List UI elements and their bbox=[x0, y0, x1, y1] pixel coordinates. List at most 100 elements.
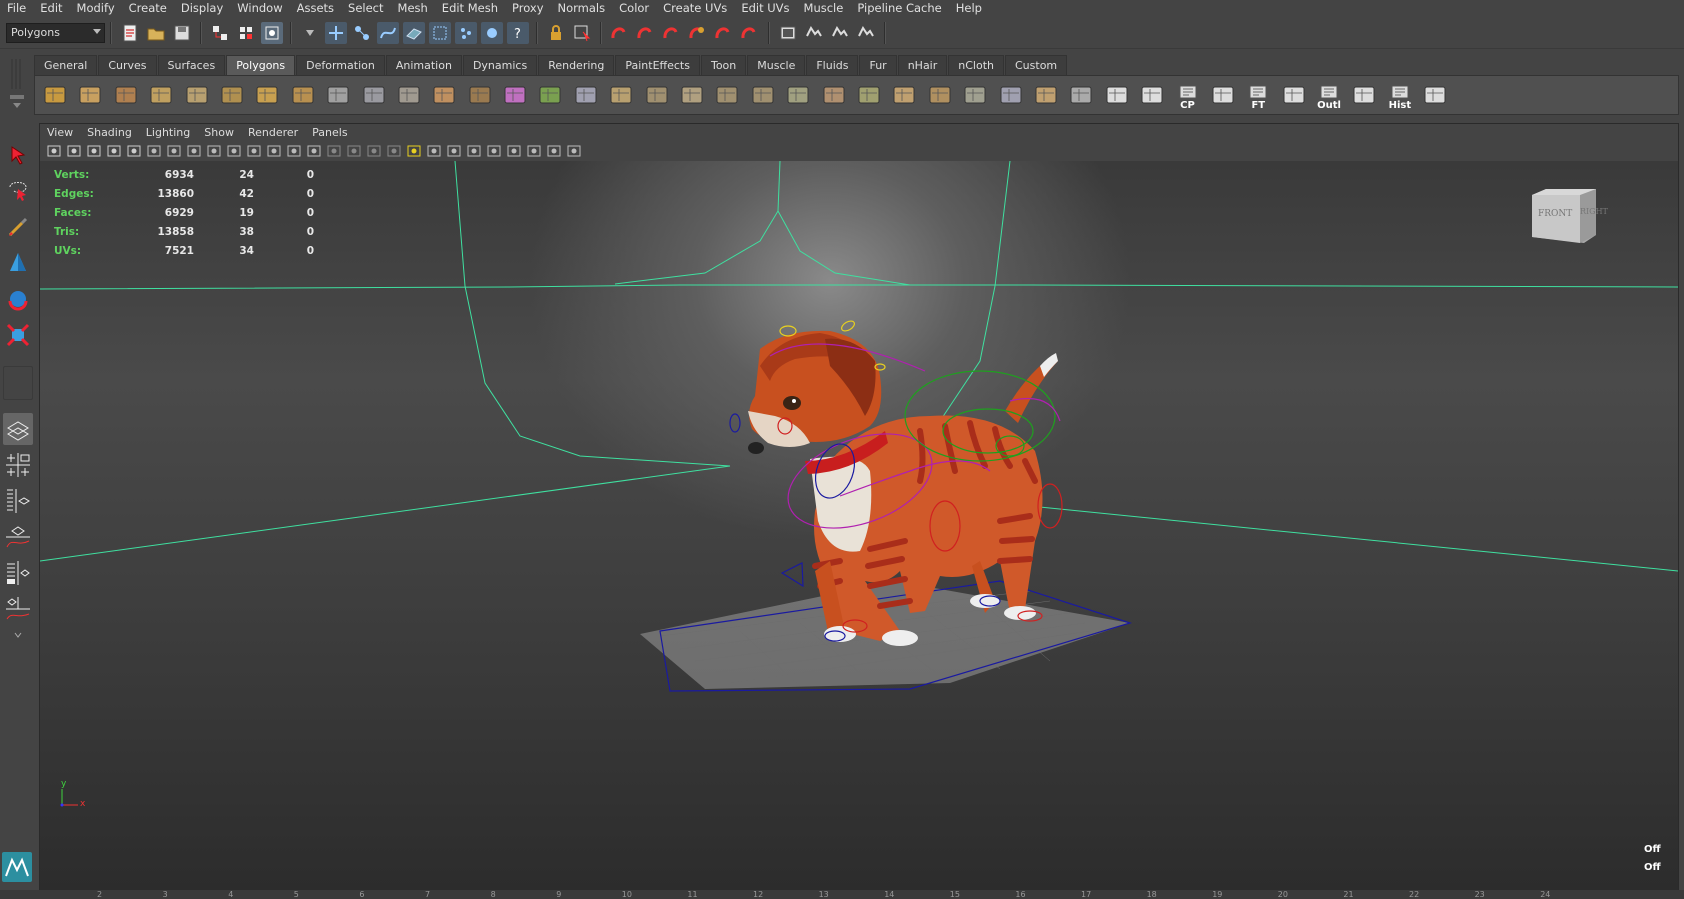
select-camera-icon[interactable] bbox=[46, 143, 62, 159]
outliner-persp-layout-icon[interactable] bbox=[3, 485, 33, 517]
select-misc-icon[interactable]: ? bbox=[507, 21, 529, 44]
select-handles-icon[interactable] bbox=[325, 21, 347, 44]
resolution-gate-icon[interactable] bbox=[206, 143, 222, 159]
xray-components-icon[interactable] bbox=[566, 143, 582, 159]
menu-display[interactable]: Display bbox=[174, 0, 230, 16]
select-deformations-icon[interactable] bbox=[429, 21, 451, 44]
2d-pan-zoom-icon[interactable] bbox=[126, 143, 142, 159]
paint-select-tool-icon[interactable] bbox=[3, 211, 33, 243]
poly-pyramid-icon[interactable] bbox=[251, 79, 283, 111]
lock-selection-icon[interactable] bbox=[545, 22, 567, 44]
collapse-icon[interactable] bbox=[995, 79, 1027, 111]
panel-menu-lighting[interactable]: Lighting bbox=[139, 126, 197, 139]
open-scene-icon[interactable] bbox=[145, 22, 167, 44]
shelf-tab-polygons[interactable]: Polygons bbox=[226, 55, 296, 75]
split-polygon-icon[interactable] bbox=[747, 79, 779, 111]
shelf-tab-deformation[interactable]: Deformation bbox=[296, 55, 385, 75]
extrude-icon[interactable] bbox=[605, 79, 637, 111]
snap-view-plane-icon[interactable] bbox=[687, 22, 709, 44]
shelf-hist-button[interactable]: Hist bbox=[1384, 79, 1416, 111]
persp-graph-layout-icon[interactable] bbox=[3, 521, 33, 553]
menu-normals[interactable]: Normals bbox=[551, 0, 613, 16]
ipr-render-icon[interactable] bbox=[829, 22, 851, 44]
render-frame-icon[interactable] bbox=[803, 22, 825, 44]
poly-pipe-icon[interactable] bbox=[287, 79, 319, 111]
menu-mesh[interactable]: Mesh bbox=[391, 0, 435, 16]
shelf-tab-fur[interactable]: Fur bbox=[859, 55, 897, 75]
menu-muscle[interactable]: Muscle bbox=[797, 0, 851, 16]
snap-curve-icon[interactable] bbox=[635, 22, 657, 44]
safe-action-icon[interactable] bbox=[266, 143, 282, 159]
new-scene-icon[interactable] bbox=[119, 22, 141, 44]
select-tool-icon[interactable] bbox=[3, 139, 33, 171]
menu-set-dropdown[interactable]: Polygons bbox=[6, 22, 105, 43]
select-dynamics-icon[interactable] bbox=[455, 21, 477, 44]
isolate-select-icon[interactable] bbox=[506, 143, 522, 159]
bridge-icon[interactable] bbox=[641, 79, 673, 111]
grease-pencil-icon[interactable] bbox=[146, 143, 162, 159]
safe-title-icon[interactable] bbox=[286, 143, 302, 159]
merge-icon[interactable] bbox=[888, 79, 920, 111]
create-uvs-icon[interactable] bbox=[499, 79, 531, 111]
poly-cylinder-icon[interactable] bbox=[110, 79, 142, 111]
render-settings-icon[interactable] bbox=[855, 22, 877, 44]
last-tool-icon[interactable] bbox=[3, 366, 33, 400]
shelf-tab-painteffects[interactable]: PaintEffects bbox=[615, 55, 700, 75]
persp-graph-outliner-layout-icon[interactable] bbox=[3, 593, 33, 625]
camera-attributes-icon[interactable] bbox=[66, 143, 82, 159]
perspective-viewport[interactable]: Verts: 6934 24 0 Edges: 13860 42 0 Faces: 6929 19 0… bbox=[40, 161, 1678, 892]
offset-edge-loop-icon[interactable] bbox=[818, 79, 850, 111]
poly-soccer-ball-icon[interactable] bbox=[322, 79, 354, 111]
highlight-selection-icon[interactable] bbox=[571, 22, 593, 44]
image-plane-icon[interactable] bbox=[106, 143, 122, 159]
render-view-icon[interactable] bbox=[777, 22, 799, 44]
menu-edit-uvs[interactable]: Edit UVs bbox=[734, 0, 796, 16]
select-surfaces-icon[interactable] bbox=[403, 21, 425, 44]
filter-dropdown-icon[interactable] bbox=[299, 22, 321, 44]
duplicate-face-icon[interactable] bbox=[1030, 79, 1062, 111]
make-live-icon[interactable] bbox=[713, 22, 735, 44]
menu-create[interactable]: Create bbox=[122, 0, 174, 16]
bookmarks-icon[interactable] bbox=[86, 143, 102, 159]
panel-menu-panels[interactable]: Panels bbox=[305, 126, 354, 139]
planar-mapping-icon[interactable] bbox=[1348, 79, 1380, 111]
gate-mask-icon[interactable] bbox=[226, 143, 242, 159]
bevel-icon[interactable] bbox=[853, 79, 885, 111]
xray-joints-icon[interactable] bbox=[546, 143, 562, 159]
soft-selection-icon[interactable] bbox=[1207, 79, 1239, 111]
xray-icon[interactable] bbox=[526, 143, 542, 159]
poly-cube-icon[interactable] bbox=[74, 79, 106, 111]
shelf-tab-animation[interactable]: Animation bbox=[385, 55, 462, 75]
select-object-icon[interactable] bbox=[235, 22, 257, 44]
menu-window[interactable]: Window bbox=[230, 0, 289, 16]
shelf-tab-ncloth[interactable]: nCloth bbox=[948, 55, 1004, 75]
view-cube[interactable]: FRONT RIGHT bbox=[1530, 187, 1608, 243]
motion-blur-icon[interactable] bbox=[446, 143, 462, 159]
panel-menu-view[interactable]: View bbox=[40, 126, 80, 139]
uv-layout-icon[interactable] bbox=[1419, 79, 1451, 111]
wireframe-on-shaded-icon[interactable] bbox=[346, 143, 362, 159]
wireframe-icon[interactable] bbox=[306, 143, 322, 159]
screen-space-ao-icon[interactable] bbox=[426, 143, 442, 159]
poly-cone-icon[interactable] bbox=[145, 79, 177, 111]
wedge-icon[interactable] bbox=[924, 79, 956, 111]
menu-proxy[interactable]: Proxy bbox=[505, 0, 551, 16]
film-gate-icon[interactable] bbox=[186, 143, 202, 159]
menu-help[interactable]: Help bbox=[949, 0, 989, 16]
append-polygon-icon[interactable] bbox=[676, 79, 708, 111]
snap-point-icon[interactable] bbox=[661, 22, 683, 44]
shelf-tab-general[interactable]: General bbox=[34, 55, 98, 75]
time-slider[interactable]: 2 3 4 5 6 7 8 9 10 11 12 13 14 15 16 17 18 19 20 21 22 23 24 bbox=[0, 890, 1684, 899]
menu-assets[interactable]: Assets bbox=[290, 0, 341, 16]
menu-edit-mesh[interactable]: Edit Mesh bbox=[435, 0, 505, 16]
uv-editor-icon[interactable] bbox=[1278, 79, 1310, 111]
cut-faces-icon[interactable] bbox=[1136, 79, 1168, 111]
menu-create-uvs[interactable]: Create UVs bbox=[656, 0, 734, 16]
textured-icon[interactable] bbox=[366, 143, 382, 159]
shelf-tab-custom[interactable]: Custom bbox=[1005, 55, 1068, 75]
booleans-icon[interactable] bbox=[534, 79, 566, 111]
scale-tool-icon[interactable] bbox=[3, 319, 33, 351]
menu-pipeline-cache[interactable]: Pipeline Cache bbox=[850, 0, 948, 16]
select-hierarchy-icon[interactable] bbox=[209, 22, 231, 44]
quadrangulate-icon[interactable] bbox=[1101, 79, 1133, 111]
